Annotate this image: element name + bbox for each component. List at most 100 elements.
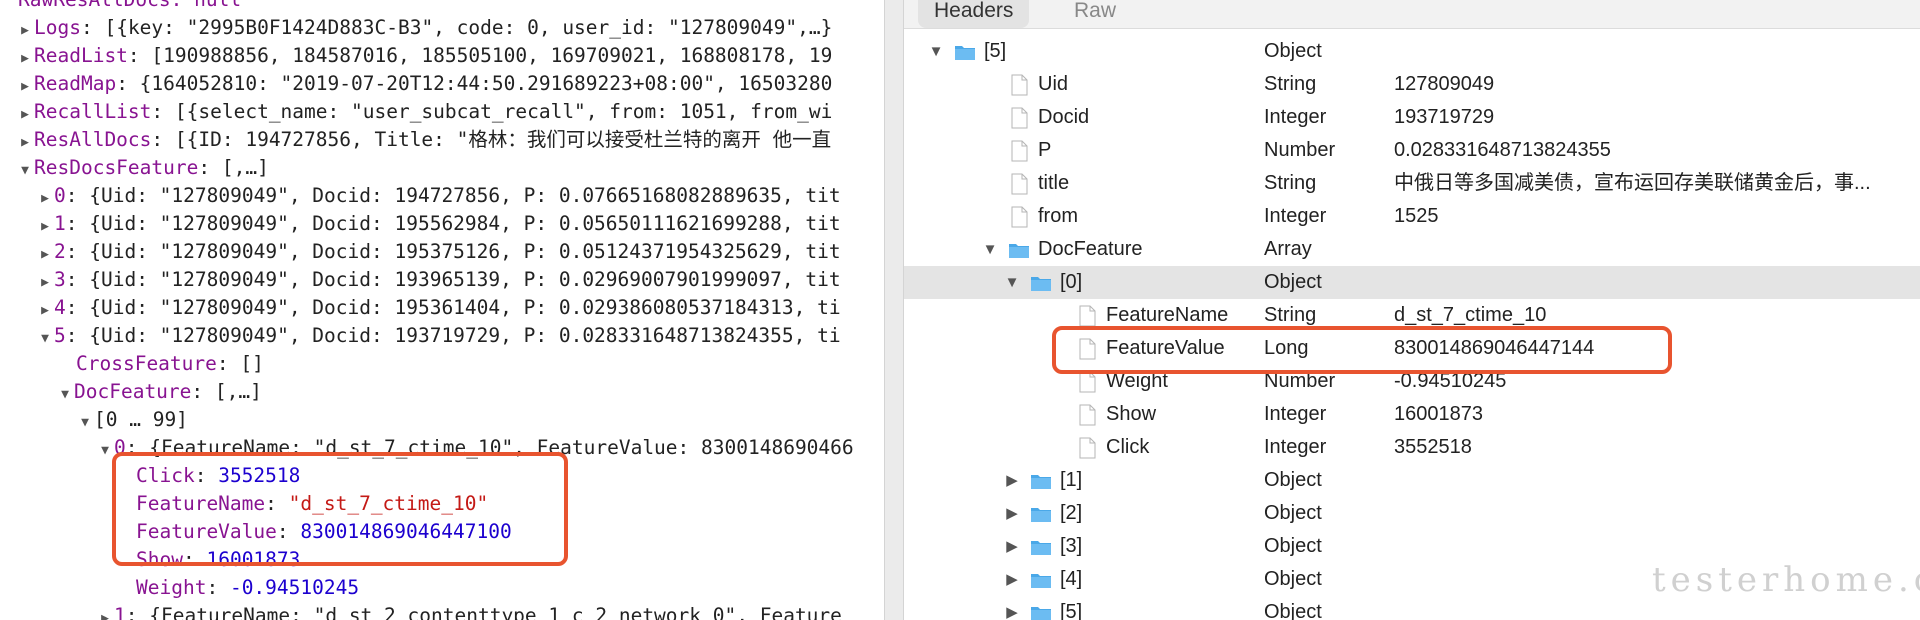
console-key: CrossFeature — [76, 352, 217, 375]
expand-arrow-right-icon[interactable]: ▶ — [16, 45, 34, 73]
folder-icon — [954, 41, 976, 63]
expand-arrow-down-icon[interactable]: ▼ — [16, 157, 34, 185]
console-row[interactable]: ▶ RecallList: [{select_name: "user_subcat… — [0, 98, 832, 126]
expand-arrow-down-icon[interactable]: ▼ — [56, 381, 74, 409]
json-type: String — [1264, 73, 1317, 95]
expand-arrow-right-icon[interactable]: ▶ — [16, 73, 34, 101]
json-value: 中俄日等多国减美债，宣布运回存美联储黄金后，事... — [1394, 172, 1871, 194]
expand-arrow-down-icon[interactable]: ▼ — [36, 325, 54, 353]
collapse-arrow-icon[interactable]: ▼ — [980, 233, 1000, 266]
folder-icon — [1030, 272, 1052, 294]
expand-arrow-icon[interactable]: ▶ — [1002, 563, 1022, 596]
json-row[interactable]: ▶ [3] Object — [904, 530, 1920, 563]
expand-arrow-icon[interactable]: ▶ — [1002, 497, 1022, 530]
json-row[interactable]: P Number 0.028331648713824355 — [904, 134, 1920, 167]
json-key: P — [1038, 139, 1052, 161]
tab-headers[interactable]: Headers — [918, 0, 1030, 28]
console-row[interactable]: ▼ 5: {Uid: "127809049", Docid: 193719729,… — [0, 322, 841, 350]
console-row[interactable]: ▼ DocFeature: [,…] — [0, 378, 262, 406]
json-type: Object — [1264, 601, 1322, 620]
json-type: Integer — [1264, 106, 1327, 128]
console-top-line: RawResAllDocs: null — [0, 0, 241, 14]
json-row[interactable]: ▶ [2] Object — [904, 497, 1920, 530]
console-row[interactable]: ▼ ResDocsFeature: [,…] — [0, 154, 269, 182]
json-row[interactable]: title String 中俄日等多国减美债，宣布运回存美联储黄金后，事... — [904, 167, 1920, 200]
json-type: Object — [1264, 568, 1322, 590]
file-icon — [1008, 74, 1030, 96]
json-key: [4] — [1060, 568, 1083, 590]
json-key: title — [1038, 172, 1070, 194]
file-icon — [1076, 404, 1098, 426]
json-row[interactable]: Docid Integer 193719729 — [904, 101, 1920, 134]
collapse-arrow-icon[interactable]: ▼ — [926, 35, 946, 68]
highlight-box-console — [112, 452, 568, 566]
json-row[interactable]: from Integer 1525 — [904, 200, 1920, 233]
console-row[interactable]: ▶ 1: {Uid: "127809049", Docid: 195562984,… — [0, 210, 841, 238]
json-row[interactable]: Show Integer 16001873 — [904, 398, 1920, 431]
console-preview: [,…] — [210, 156, 269, 179]
json-row[interactable]: ▼ [0] Object — [904, 266, 1920, 299]
console-row[interactable]: ▶ Logs: [{key: "2995B0F1424D883C-B3", cod… — [0, 14, 832, 42]
expand-arrow-icon[interactable]: ▶ — [1002, 596, 1022, 620]
expand-arrow-right-icon[interactable]: ▶ — [16, 129, 34, 157]
console-row[interactable]: ▶ 0: {Uid: "127809049", Docid: 194727856,… — [0, 182, 841, 210]
console-preview: [,…] — [203, 380, 262, 403]
console-preview: [{select_name: "user_subcat_recall", fro… — [163, 100, 833, 123]
expand-arrow-right-icon[interactable]: ▶ — [16, 101, 34, 129]
file-icon — [1008, 206, 1030, 228]
console-row[interactable]: ▼ [0 … 99] — [0, 406, 188, 434]
json-value: 127809049 — [1394, 73, 1495, 95]
json-row[interactable]: ▶ [1] Object — [904, 464, 1920, 497]
console-row[interactable]: ▶ ReadList: [190988856, 184587016, 185505… — [0, 42, 832, 70]
expand-arrow-right-icon[interactable]: ▶ — [16, 17, 34, 45]
console-preview: [] — [228, 352, 264, 375]
expand-arrow-right-icon[interactable]: ▶ — [96, 605, 114, 620]
json-row[interactable]: ▼ DocFeature Array — [904, 233, 1920, 266]
folder-icon — [1008, 239, 1030, 261]
console-row[interactable]: ▶ 4: {Uid: "127809049", Docid: 195361404,… — [0, 294, 841, 322]
json-row[interactable]: Click Integer 3552518 — [904, 431, 1920, 464]
expand-arrow-right-icon[interactable]: ▶ — [36, 297, 54, 325]
folder-icon — [1030, 470, 1052, 492]
json-type: Object — [1264, 469, 1322, 491]
console-preview: [190988856, 184587016, 185505100, 169709… — [139, 44, 833, 67]
json-row[interactable]: ▼ [5] Object — [904, 35, 1920, 68]
console-key: ResDocsFeature — [34, 156, 199, 179]
json-type: Number — [1264, 139, 1336, 161]
console-key: Logs — [34, 16, 81, 39]
tab-raw[interactable]: Raw — [1058, 0, 1132, 28]
expand-arrow-right-icon[interactable]: ▶ — [36, 241, 54, 269]
file-icon — [1076, 371, 1098, 393]
pane-divider[interactable] — [884, 0, 904, 620]
expand-arrow-right-icon[interactable]: ▶ — [36, 213, 54, 241]
console-row[interactable]: ▶ 3: {Uid: "127809049", Docid: 193965139,… — [0, 266, 841, 294]
json-key: DocFeature — [1038, 238, 1143, 260]
console-preview: [0 … 99] — [94, 408, 188, 431]
console-preview: {Uid: "127809049", Docid: 195361404, P: … — [77, 296, 841, 319]
expand-arrow-icon[interactable]: ▶ — [1002, 530, 1022, 563]
console-key: 3 — [54, 268, 66, 291]
expand-arrow-icon[interactable]: ▶ — [1002, 464, 1022, 497]
json-type: Object — [1264, 502, 1322, 524]
folder-icon — [1030, 602, 1052, 620]
expand-arrow-right-icon[interactable]: ▶ — [36, 269, 54, 297]
console-row[interactable]: ▶ 2: {Uid: "127809049", Docid: 195375126,… — [0, 238, 841, 266]
expand-arrow-down-icon[interactable]: ▼ — [76, 409, 94, 437]
console-row[interactable]: ▶ ReadMap: {164052810: "2019-07-20T12:44:… — [0, 70, 832, 98]
folder-icon — [1030, 503, 1052, 525]
json-row[interactable]: Uid String 127809049 — [904, 68, 1920, 101]
json-type: Integer — [1264, 436, 1327, 458]
console-preview: {Uid: "127809049", Docid: 193719729, P: … — [77, 324, 841, 347]
console-row[interactable]: ▶ 1: {FeatureName: "d_st_2_contenttype_1_… — [0, 602, 842, 620]
console-row[interactable]: ▶ ResAllDocs: [{ID: 194727856, Title: "格林… — [0, 126, 831, 154]
json-key: Docid — [1038, 106, 1090, 128]
file-icon — [1008, 140, 1030, 162]
expand-arrow-right-icon[interactable]: ▶ — [36, 185, 54, 213]
folder-icon — [1030, 536, 1052, 558]
json-value: 3552518 — [1394, 436, 1472, 458]
console-preview: {164052810: "2019-07-20T12:44:50.2916892… — [127, 72, 833, 95]
tab-bar: Headers Raw — [904, 0, 1920, 29]
json-type: Object — [1264, 535, 1322, 557]
json-key: Uid — [1038, 73, 1069, 95]
collapse-arrow-icon[interactable]: ▼ — [1002, 266, 1022, 299]
